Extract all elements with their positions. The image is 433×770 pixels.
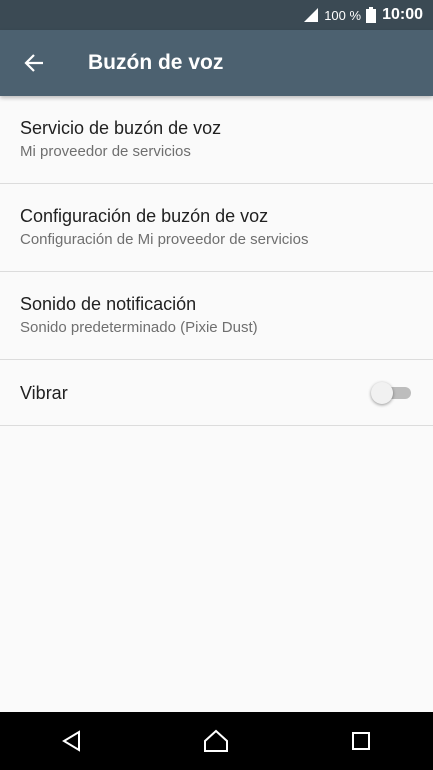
signal-icon <box>304 8 319 22</box>
square-recents-icon <box>351 732 370 750</box>
nav-home-button[interactable] <box>186 716 246 766</box>
setting-subtitle: Configuración de Mi proveedor de servici… <box>20 231 309 248</box>
setting-subtitle: Sonido predeterminado (Pixie Dust) <box>20 319 258 336</box>
setting-voicemail-config[interactable]: Configuración de buzón de voz Configurac… <box>0 184 433 272</box>
setting-subtitle: Mi proveedor de servicios <box>20 143 191 160</box>
setting-title: Servicio de buzón de voz <box>20 118 222 138</box>
vibrate-label: Vibrar <box>20 382 68 403</box>
navigation-bar <box>0 712 433 770</box>
arrow-left-icon <box>24 54 43 72</box>
status-time: 10:00 <box>382 6 423 23</box>
status-bar: 100 % 10:00 <box>0 0 433 30</box>
battery-percent: 100 % <box>324 7 362 23</box>
home-icon <box>204 729 229 752</box>
nav-back-button[interactable] <box>42 716 102 766</box>
app-bar: Buzón de voz <box>0 30 433 96</box>
nav-recents-button[interactable] <box>331 716 391 766</box>
screen: 100 % 10:00 Buzón de voz Servicio de buz… <box>0 0 433 770</box>
settings-list: Servicio de buzón de voz Mi proveedor de… <box>0 96 433 426</box>
switch-thumb <box>371 381 393 404</box>
setting-title: Configuración de buzón de voz <box>20 206 269 226</box>
vibrate-switch[interactable] <box>371 381 413 405</box>
setting-vibrate[interactable]: Vibrar <box>0 360 433 426</box>
battery-icon <box>366 7 377 23</box>
setting-notification-sound[interactable]: Sonido de notificación Sonido predetermi… <box>0 272 433 360</box>
triangle-back-icon <box>62 730 81 752</box>
page-title: Buzón de voz <box>88 51 224 74</box>
setting-voicemail-service[interactable]: Servicio de buzón de voz Mi proveedor de… <box>0 96 433 184</box>
setting-title: Sonido de notificación <box>20 294 197 314</box>
back-button[interactable] <box>6 35 62 91</box>
